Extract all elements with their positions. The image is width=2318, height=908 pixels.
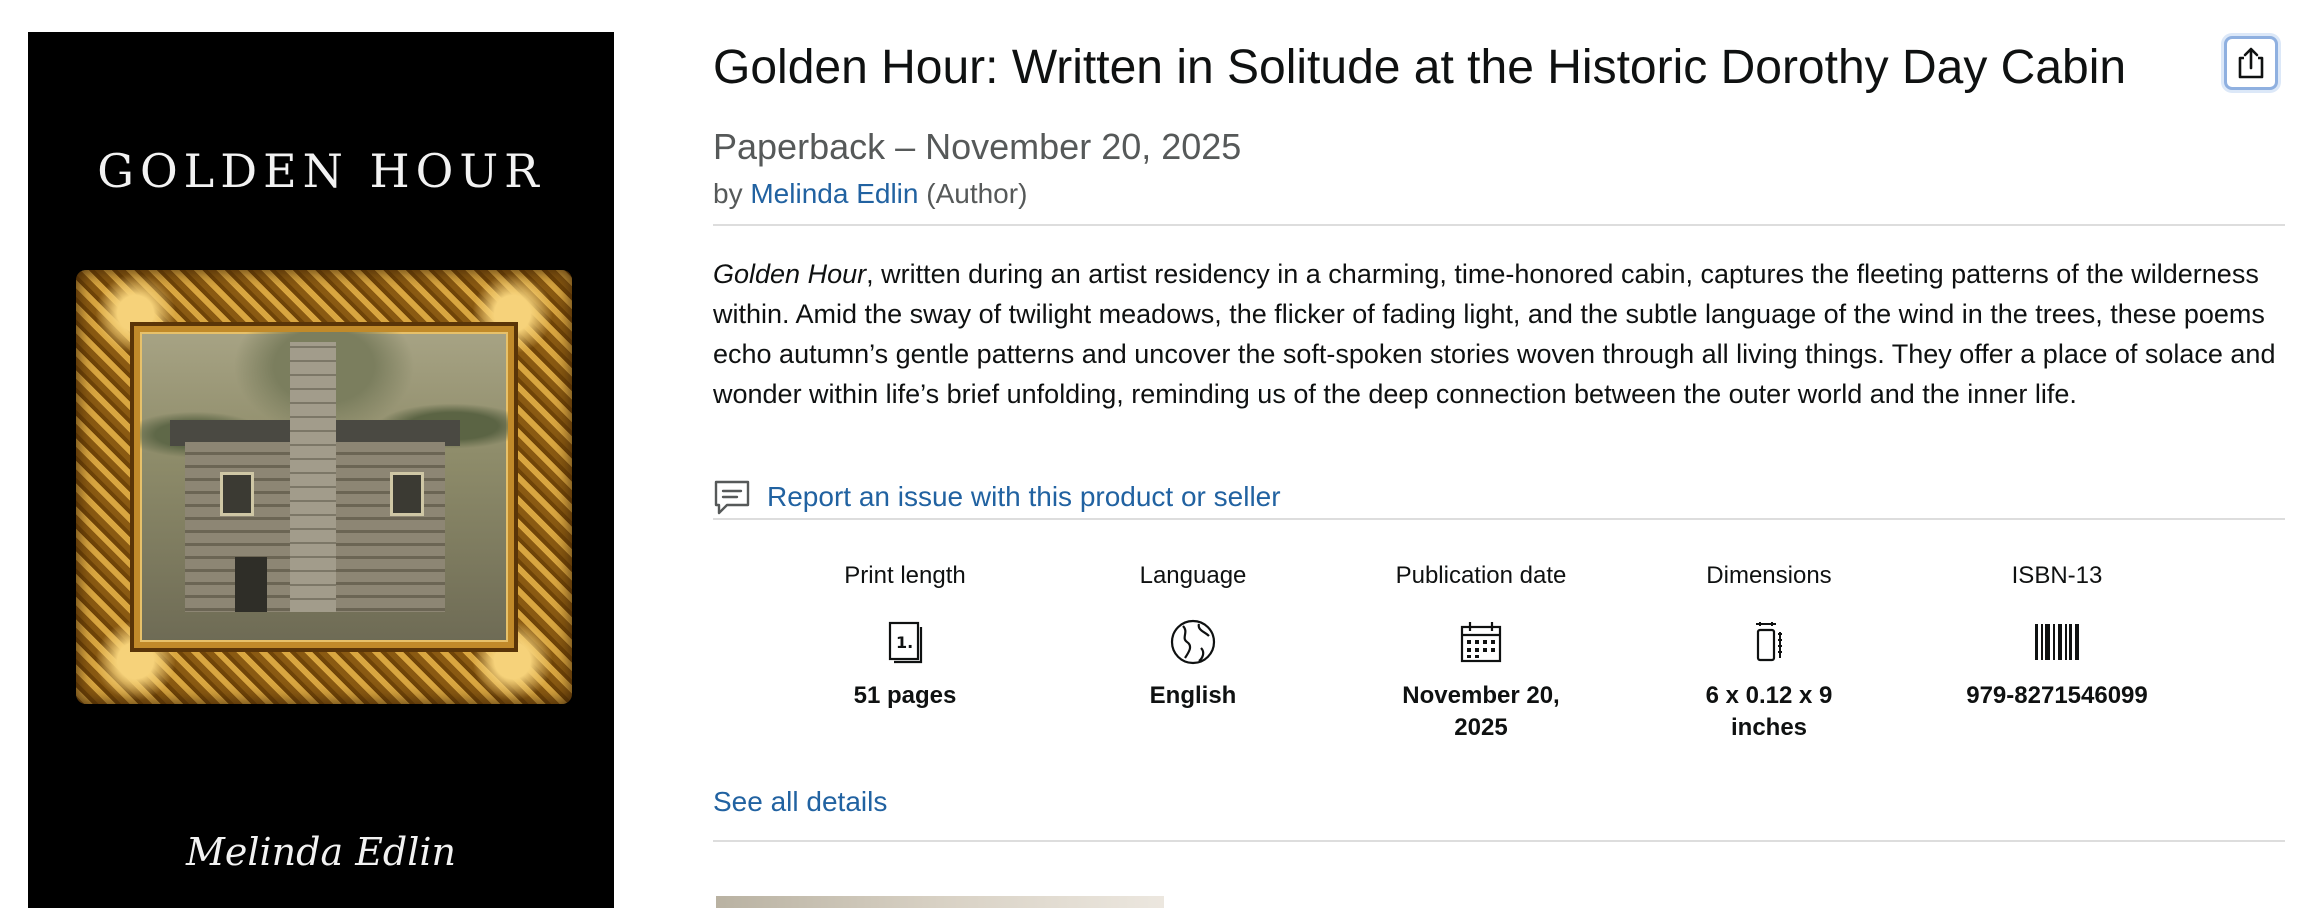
detail-publication-date: Publication date November 20, 2025 (1337, 562, 1625, 762)
cover-title: GOLDEN HOUR (97, 144, 545, 198)
detail-value: November 20, 2025 (1402, 682, 1560, 741)
divider (713, 224, 2285, 226)
detail-label: Dimensions (1706, 562, 1832, 589)
svg-text:1.: 1. (896, 633, 913, 652)
report-issue-link[interactable]: Report an issue with this product or sel… (713, 478, 1281, 516)
detail-value: English (1149, 682, 1237, 709)
product-title: Golden Hour: Written in Solitude at the … (713, 41, 2127, 94)
author-role: (Author) (918, 178, 1028, 209)
detail-isbn-13: ISBN-13 979-8271546099 (1913, 562, 2201, 762)
byline: by Melinda Edlin (Author) (713, 178, 1027, 210)
divider (713, 840, 2285, 842)
related-image-thumbnail[interactable] (716, 896, 1164, 908)
cover-author-signature: Melinda Edlin (185, 830, 457, 874)
divider (713, 518, 2285, 520)
detail-label: Language (1139, 562, 1247, 589)
gold-frame-illustration (76, 270, 572, 704)
product-description: Golden Hour, written during an artist re… (713, 254, 2283, 414)
detail-language: Language English (1049, 562, 1337, 762)
globe-icon (1170, 619, 1216, 665)
share-button[interactable] (2224, 36, 2278, 90)
byline-prefix: by (713, 178, 751, 209)
detail-value: 6 x 0.12 x 9 inches (1705, 682, 1833, 741)
description-text: , written during an artist residency in … (713, 259, 2276, 409)
report-comment-icon (714, 480, 750, 515)
product-details-carousel: Print length 1. 51 pages Language Englis… (761, 562, 2201, 762)
detail-label: ISBN-13 (2011, 562, 2103, 589)
detail-value: 51 pages (853, 682, 957, 709)
book-cover-image[interactable]: GOLDEN HOUR Melinda Edlin (28, 32, 614, 908)
format-and-date: Paperback – November 20, 2025 (713, 126, 1242, 167)
detail-print-length: Print length 1. 51 pages (761, 562, 1049, 762)
report-issue-text: Report an issue with this product or sel… (767, 481, 1281, 512)
see-all-details-link[interactable]: See all details (713, 786, 887, 818)
cabin-photo (134, 326, 514, 648)
barcode-icon (2035, 624, 2079, 660)
detail-label: Publication date (1395, 562, 1567, 589)
share-icon (2238, 47, 2264, 79)
description-title-italic: Golden Hour (713, 259, 867, 289)
calendar-icon (1460, 622, 1502, 663)
author-link[interactable]: Melinda Edlin (750, 178, 918, 209)
book-pages-icon: 1. (888, 621, 923, 664)
dimensions-icon (1756, 622, 1782, 662)
detail-dimensions: Dimensions 6 x 0.12 x 9 inches (1625, 562, 1913, 762)
detail-label: Print length (844, 562, 966, 589)
detail-value: 979-8271546099 (1966, 682, 2148, 709)
product-page: GOLDEN HOUR Melinda Edlin Golden Hour: W… (0, 0, 2318, 908)
